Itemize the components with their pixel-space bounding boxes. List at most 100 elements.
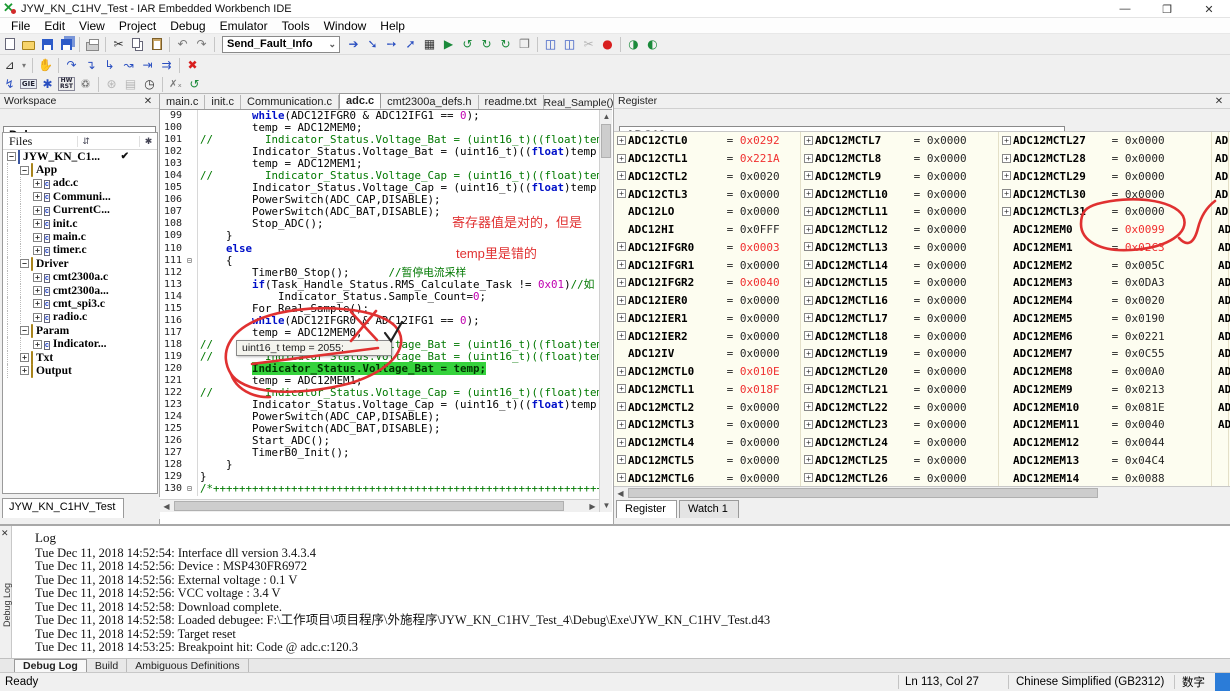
menu-emulator[interactable]: Emulator [213,19,275,33]
line-number[interactable]: 104 [160,170,186,182]
line-number[interactable]: 127 [160,447,186,459]
register-value[interactable]: 0x0000 [740,454,780,467]
menu-edit[interactable]: Edit [37,19,72,33]
clear-breakpoints-icon[interactable]: ✗ₓ [166,76,185,93]
register-row-adc12mem14[interactable]: ADC12MEM14 = 0x0088 [999,469,1211,486]
collapse-icon[interactable]: − [20,259,29,268]
line-number[interactable]: 102 [160,146,186,158]
hardware-reset-icon[interactable]: HWRST [57,76,76,93]
download-icon[interactable]: ↺ [458,36,477,53]
expand-icon[interactable]: + [617,438,628,448]
tree-item-cmt-spi3-c[interactable]: +ccmt_spi3.c [3,297,157,310]
expand-icon[interactable]: + [617,331,628,341]
register-row-adc12ifgr1[interactable]: +ADC12IFGR1 = 0x0000 [614,256,800,274]
register-value[interactable]: 0x0000 [927,347,967,360]
register-row-adc12mctl0[interactable]: +ADC12MCTL0 = 0x010E [614,363,800,381]
expand-icon[interactable]: + [804,260,815,270]
line-number[interactable]: 122 [160,387,186,399]
register-row-adc12mem6[interactable]: ADC12MEM6 = 0x0221 [999,327,1211,345]
register-row-adc12mem1[interactable]: ADC12MEM1 = 0x02C3 [999,239,1211,257]
register-row-adc12mctl3[interactable]: +ADC12MCTL3 = 0x0000 [614,416,800,434]
menu-view[interactable]: View [72,19,112,33]
line-number[interactable]: 115 [160,303,186,315]
expand-icon[interactable]: + [617,402,628,412]
expand-icon[interactable]: + [33,192,42,201]
go-to-bookmark-icon[interactable]: ➙ [382,36,401,53]
tree-item-txt[interactable]: +Txt [3,351,157,364]
attach-debugger-icon[interactable]: ◐ [643,36,662,53]
register-value[interactable]: 0x04C4 [1125,454,1165,467]
stop-debugging-icon[interactable]: ✖ [183,57,202,74]
register-row-adc12lo[interactable]: ADC12LO = 0x0000 [614,203,800,221]
expand-icon[interactable]: + [20,366,29,375]
register-row-adc12mctl26[interactable]: +ADC12MCTL26 = 0x0000 [801,469,998,486]
line-number[interactable]: 113 [160,279,186,291]
expand-icon[interactable]: + [617,260,628,270]
register-value[interactable]: 0x0000 [740,294,780,307]
line-number[interactable]: 128 [160,459,186,471]
line-number[interactable]: 111 [160,255,186,267]
maximize-button[interactable]: ❐ [1146,0,1188,18]
register-row-adc12mem8[interactable]: ADC12MEM8 = 0x00A0 [999,363,1211,381]
collapse-icon[interactable]: − [7,152,16,161]
line-number[interactable]: 110 [160,243,186,255]
step-out-icon[interactable]: ↳ [100,57,119,74]
download-active-icon[interactable]: ◑ [624,36,643,53]
register-value[interactable]: 0x0000 [1125,205,1165,218]
expand-icon[interactable]: + [804,349,815,359]
expand-icon[interactable]: + [617,154,628,164]
expand-icon[interactable]: + [804,438,815,448]
register-row-adc12mctl2[interactable]: +ADC12MCTL2 = 0x0000 [614,398,800,416]
close-button[interactable]: ✕ [1188,0,1230,18]
stop-build-icon[interactable]: ❐ [515,36,534,53]
register-value[interactable]: 0x0000 [740,472,780,485]
register-value[interactable]: 0x0000 [927,259,967,272]
menu-project[interactable]: Project [112,19,163,33]
paste-icon[interactable] [147,36,166,53]
expand-icon[interactable]: + [804,455,815,465]
editor-tab-communication-c[interactable]: Communication.c [241,95,339,109]
expand-icon[interactable]: + [804,420,815,430]
register-row-adc12mctl28[interactable]: +ADC12MCTL28 = 0x0000 [999,150,1211,168]
tree-item-communi[interactable]: +cCommuni... [3,190,157,203]
stopwatch-icon[interactable]: ◷ [140,76,159,93]
download-debug-icon[interactable]: ↻ [477,36,496,53]
expand-icon[interactable]: + [804,154,815,164]
register-value[interactable]: 0x00A0 [1125,365,1165,378]
register-value[interactable]: 0x0000 [1125,152,1165,165]
next-statement-icon[interactable]: ↝ [119,57,138,74]
register-value[interactable]: 0x0040 [1125,418,1165,431]
make-icon[interactable]: ▶ [439,36,458,53]
register-row-adc12mctl7[interactable]: +ADC12MCTL7 = 0x0000 [801,132,998,150]
register-value[interactable]: 0x0000 [740,401,780,414]
tree-item-timer-c[interactable]: +ctimer.c [3,244,157,257]
workspace-close-icon[interactable]: ✕ [141,96,155,107]
register-row-adc12mctl22[interactable]: +ADC12MCTL22 = 0x0000 [801,398,998,416]
scroll-down-icon[interactable]: ▼ [600,499,613,512]
log-side-tab[interactable]: Debug Log [2,570,12,640]
line-number[interactable]: 121 [160,375,186,387]
line-number[interactable]: 101 [160,134,186,146]
register-value[interactable]: 0x0000 [927,454,967,467]
register-value[interactable]: 0x0000 [740,312,780,325]
register-value[interactable]: 0x0000 [927,223,967,236]
tree-item-adc-c[interactable]: +cadc.c [3,177,157,190]
expand-icon[interactable]: + [1002,189,1013,199]
code-area[interactable]: 99 while(ADC12IFGR0 & ADC12IFG1 == 0);10… [160,110,599,499]
register-row-adc12mem2[interactable]: ADC12MEM2 = 0x005C [999,256,1211,274]
register-value[interactable]: 0x0000 [740,347,780,360]
register-value[interactable]: 0x0292 [740,134,780,147]
expand-icon[interactable]: + [804,313,815,323]
line-number[interactable]: 119 [160,351,186,363]
expand-icon[interactable]: + [33,340,42,349]
register-horizontal-scrollbar[interactable]: ◀ [614,486,1230,499]
register-value[interactable]: 0x0FFF [740,223,780,236]
register-row-adc12mctl5[interactable]: +ADC12MCTL5 = 0x0000 [614,452,800,470]
register-value[interactable]: 0x02C3 [1125,241,1165,254]
register-row-adc12mctl31[interactable]: +ADC12MCTL31 = 0x0000 [999,203,1211,221]
autostep-icon[interactable]: ↯ [0,76,19,93]
register-value[interactable]: 0x018F [740,383,780,396]
register-value[interactable]: 0x0221 [1125,330,1165,343]
step-over-icon[interactable]: ↷ [62,57,81,74]
register-value[interactable]: 0x0000 [1125,170,1165,183]
